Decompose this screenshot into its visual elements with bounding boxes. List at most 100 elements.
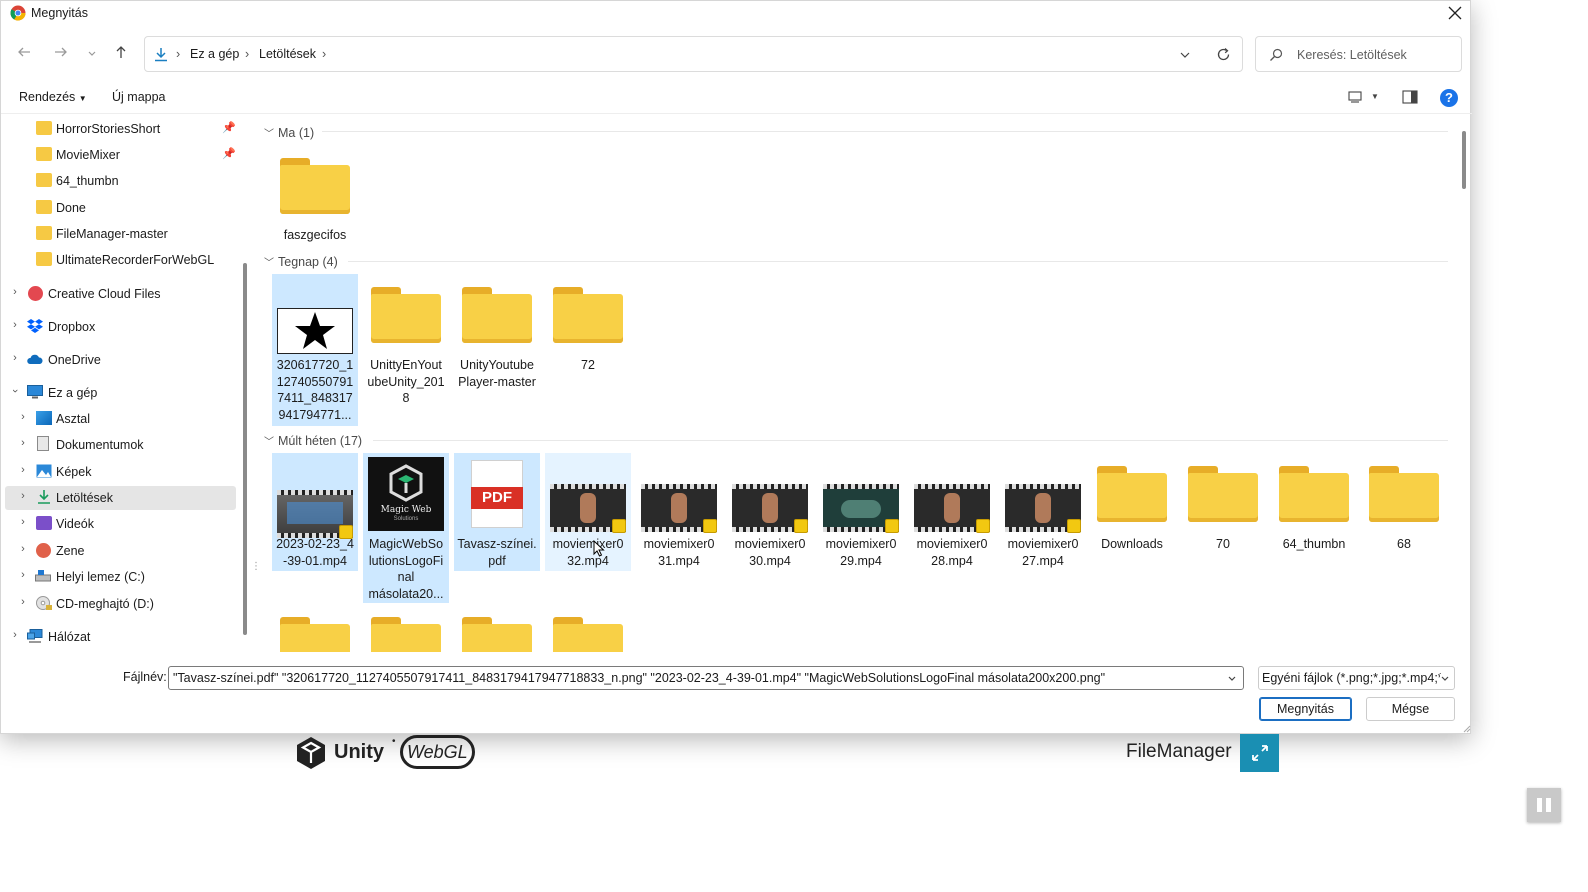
file-type-select[interactable]: Egyéni fájlok (*.png;*.jpg;*.mp4;* <box>1258 666 1455 690</box>
nav-item-pictures[interactable]: › Képek <box>1 460 237 484</box>
breadcrumb-this-pc[interactable]: Ez a gép <box>190 47 239 61</box>
folder-tile[interactable]: 68 <box>1361 453 1447 553</box>
tile-label-line: moviemixer0 <box>1007 537 1079 551</box>
nav-item-creative-cloud[interactable]: › Creative Cloud Files <box>1 282 237 306</box>
chevron-right-icon[interactable]: › <box>17 464 29 476</box>
chevron-right-icon[interactable]: › <box>17 543 29 555</box>
nav-item-downloads[interactable]: › Letöltések <box>5 486 236 510</box>
nav-pane-scrollbar[interactable] <box>243 263 247 635</box>
unity-cube-icon <box>297 737 325 769</box>
up-button[interactable] <box>110 43 132 65</box>
nav-item-64-thumbn[interactable]: 64_thumbn <box>1 169 237 193</box>
nav-item-label: Letöltések <box>56 491 113 505</box>
nav-item-horror-stories-short[interactable]: HorrorStoriesShort 📌 <box>1 117 237 141</box>
folder-tile[interactable]: Downloads <box>1089 453 1175 553</box>
chevron-right-icon[interactable]: › <box>9 319 21 331</box>
address-bar[interactable]: › Ez a gép › Letöltések › <box>144 36 1243 72</box>
video-file-tile[interactable]: moviemixer0 28.mp4 <box>909 453 995 571</box>
pdf-file-tile[interactable]: PDF Tavasz-színei. pdf <box>454 453 540 571</box>
close-button[interactable] <box>1445 3 1465 23</box>
chevron-right-icon[interactable]: › <box>17 411 29 423</box>
chevron-right-icon[interactable]: › <box>17 569 29 581</box>
folder-tile[interactable]: UnittyEnYout ubeUnity_201 8 <box>363 274 449 406</box>
chevron-down-icon[interactable]: › <box>9 385 21 397</box>
video-file-tile[interactable]: moviemixer0 31.mp4 <box>636 453 722 571</box>
folder-tile[interactable] <box>272 609 358 652</box>
forward-button[interactable] <box>50 43 72 65</box>
back-button[interactable] <box>13 43 35 65</box>
pin-icon: 📌 <box>222 122 236 134</box>
nav-item-this-pc[interactable]: › Ez a gép <box>1 381 237 405</box>
image-file-tile[interactable]: 320617720_1 12740550791 7411_848317 9417… <box>272 274 358 426</box>
nav-item-filemanager-master[interactable]: FileManager-master <box>1 222 237 246</box>
folder-tile[interactable] <box>454 609 540 652</box>
resize-grip-icon[interactable] <box>1461 723 1471 733</box>
chevron-right-icon[interactable]: › <box>17 437 29 449</box>
nav-item-music[interactable]: › Zene <box>1 539 237 563</box>
tile-label-line: moviemixer0 <box>825 537 897 551</box>
folder-tile[interactable]: 72 <box>545 274 631 374</box>
video-file-tile[interactable]: moviemixer0 30.mp4 <box>727 453 813 571</box>
onedrive-cloud-icon <box>27 354 43 364</box>
chevron-right-icon[interactable]: › <box>9 286 21 298</box>
refresh-icon[interactable] <box>1216 47 1231 62</box>
video-file-tile[interactable]: 2023-02-23_4 -39-01.mp4 <box>272 453 358 571</box>
nav-item-cd-drive-d[interactable]: › CD-meghajtó (D:) <box>1 592 237 616</box>
group-header-today[interactable]: ﹀ Ma (1) <box>264 125 314 140</box>
folder-tile[interactable] <box>363 609 449 652</box>
help-icon[interactable]: ? <box>1440 89 1458 107</box>
nav-item-local-disk-c[interactable]: › Helyi lemez (C:) <box>1 565 237 589</box>
fullscreen-button[interactable] <box>1240 734 1279 772</box>
filename-input[interactable]: "Tavasz-színei.pdf" "320617720_112740550… <box>168 666 1244 690</box>
new-folder-button[interactable]: Új mappa <box>112 90 166 104</box>
recent-locations-button[interactable] <box>81 43 103 65</box>
chevron-down-icon[interactable] <box>1227 674 1237 684</box>
chevron-down-icon[interactable] <box>1179 49 1191 61</box>
open-button[interactable]: Megnyitás <box>1259 697 1352 721</box>
nav-item-documents[interactable]: › Dokumentumok <box>1 433 237 457</box>
group-header-label: Múlt héten (17) <box>278 434 363 448</box>
view-dropdown-arrow-icon[interactable]: ▼ <box>1371 92 1379 101</box>
nav-item-desktop[interactable]: › Asztal <box>1 407 237 431</box>
chevron-right-icon[interactable]: › <box>17 596 29 608</box>
cancel-button[interactable]: Mégse <box>1366 697 1455 721</box>
file-list-scrollbar[interactable] <box>1462 131 1466 189</box>
pause-button[interactable] <box>1527 788 1561 822</box>
folder-tile[interactable] <box>545 609 631 652</box>
group-header-yesterday[interactable]: ﹀ Tegnap (4) <box>264 254 338 269</box>
organize-menu[interactable]: Rendezés ▼ <box>19 90 87 104</box>
image-file-tile[interactable]: Magic Web Solutions MagicWebSo lutionsLo… <box>363 453 449 603</box>
folder-tile[interactable]: UnityYoutube Player-master <box>454 274 540 389</box>
nav-item-network[interactable]: › Hálózat <box>1 625 237 649</box>
folder-tile[interactable]: 64_thumbn <box>1271 453 1357 553</box>
video-file-tile[interactable]: moviemixer0 27.mp4 <box>1000 453 1086 571</box>
folder-icon <box>280 617 350 652</box>
chevron-right-icon[interactable]: › <box>17 516 29 528</box>
drive-icon <box>35 570 51 582</box>
tile-label: 320617720_1 12740550791 7411_848317 9417… <box>272 357 358 423</box>
video-file-tile[interactable]: moviemixer0 32.mp4 <box>545 453 631 571</box>
nav-item-onedrive[interactable]: › OneDrive <box>1 348 237 372</box>
nav-item-done[interactable]: Done <box>1 196 237 220</box>
breadcrumb-downloads[interactable]: Letöltések <box>259 47 316 61</box>
search-box[interactable]: Keresés: Letöltések <box>1255 36 1462 72</box>
chevron-right-icon[interactable]: › <box>17 490 29 502</box>
preview-pane-icon[interactable] <box>1402 90 1418 104</box>
folder-tile[interactable]: 70 <box>1180 453 1266 553</box>
view-options-icon[interactable] <box>1348 90 1362 104</box>
folder-icon <box>1097 466 1167 522</box>
search-input[interactable]: Keresés: Letöltések <box>1297 48 1407 62</box>
chevron-right-icon[interactable]: › <box>9 352 21 364</box>
title-bar: Megnyitás <box>1 1 1472 27</box>
nav-item-ultimate-recorder[interactable]: UltimateRecorderForWebGL <box>1 248 237 272</box>
video-file-tile[interactable]: moviemixer0 29.mp4 <box>818 453 904 571</box>
chevron-down-icon[interactable] <box>1440 674 1450 684</box>
nav-item-moviemixer[interactable]: MovieMixer 📌 <box>1 143 237 167</box>
group-header-last-week[interactable]: ﹀ Múlt héten (17) <box>264 433 362 448</box>
nav-item-dropbox[interactable]: › Dropbox <box>1 315 237 339</box>
chevron-right-icon[interactable]: › <box>9 629 21 641</box>
folder-icon <box>1369 466 1439 522</box>
folder-tile[interactable]: faszgecifos <box>272 152 358 244</box>
video-thumbnail <box>914 484 990 533</box>
nav-item-videos[interactable]: › Videók <box>1 512 237 536</box>
